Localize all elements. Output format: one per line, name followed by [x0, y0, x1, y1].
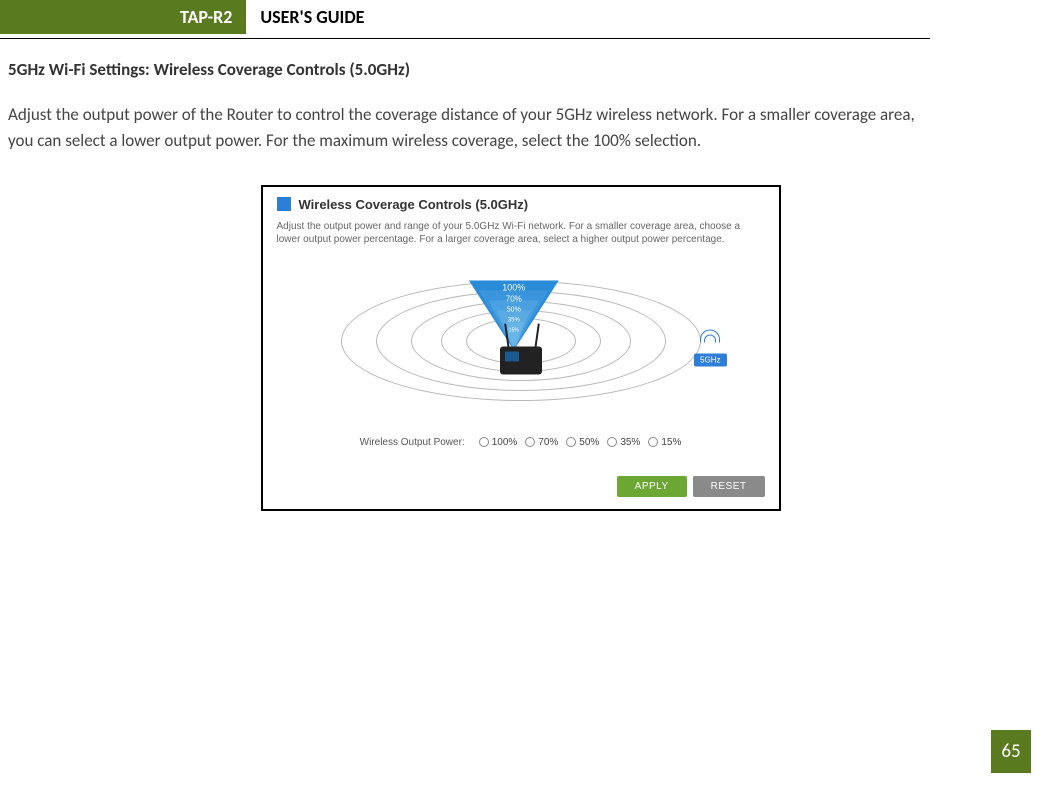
- wifi-icon: [697, 329, 723, 351]
- panel-description: Adjust the output power and range of you…: [277, 220, 765, 247]
- wedge-label-100: 100%: [502, 282, 525, 292]
- ghz-indicator: 5GHz: [694, 329, 726, 366]
- radio-option-label: 100%: [492, 437, 518, 448]
- coverage-diagram: 100% 70% 50% 35% 15% 5GHz: [277, 265, 765, 425]
- radio-option-label: 35%: [620, 437, 640, 448]
- header-divider: [0, 38, 930, 39]
- section-heading: 5GHz Wi-Fi Settings: Wireless Coverage C…: [8, 59, 1033, 80]
- reset-button[interactable]: RESET: [693, 476, 765, 497]
- radio-option-50[interactable]: 50%: [566, 437, 599, 448]
- guide-title: USER'S GUIDE: [246, 0, 378, 34]
- wedge-label-35: 35%: [507, 317, 520, 323]
- radio-icon: [566, 437, 576, 447]
- radio-group-label: Wireless Output Power:: [360, 437, 465, 448]
- section-body-text: Adjust the output power of the Router to…: [8, 102, 938, 155]
- output-power-radio-group: Wireless Output Power: 100% 70% 50% 35% …: [277, 437, 765, 448]
- doc-header: TAP-R2 USER'S GUIDE: [0, 0, 1041, 34]
- radio-option-15[interactable]: 15%: [648, 437, 681, 448]
- radio-option-label: 15%: [661, 437, 681, 448]
- panel-title: Wireless Coverage Controls (5.0GHz): [299, 197, 529, 212]
- radio-option-100[interactable]: 100%: [479, 437, 518, 448]
- panel-bullet-icon: [277, 197, 291, 211]
- radio-option-35[interactable]: 35%: [607, 437, 640, 448]
- settings-panel: Wireless Coverage Controls (5.0GHz) Adju…: [261, 185, 781, 511]
- radio-option-label: 50%: [579, 437, 599, 448]
- radio-icon: [648, 437, 658, 447]
- wedge-label-70: 70%: [505, 294, 521, 303]
- panel-header: Wireless Coverage Controls (5.0GHz): [277, 197, 765, 212]
- panel-button-row: APPLY RESET: [277, 476, 765, 497]
- product-tag: TAP-R2: [0, 0, 246, 34]
- radio-option-label: 70%: [538, 437, 558, 448]
- radio-icon: [607, 437, 617, 447]
- router-icon: [496, 325, 546, 380]
- page-number: 65: [991, 730, 1031, 773]
- ghz-label-text: 5GHz: [694, 353, 726, 366]
- wedge-label-50: 50%: [506, 306, 520, 313]
- radio-option-70[interactable]: 70%: [525, 437, 558, 448]
- apply-button[interactable]: APPLY: [617, 476, 687, 497]
- radio-icon: [525, 437, 535, 447]
- radio-icon: [479, 437, 489, 447]
